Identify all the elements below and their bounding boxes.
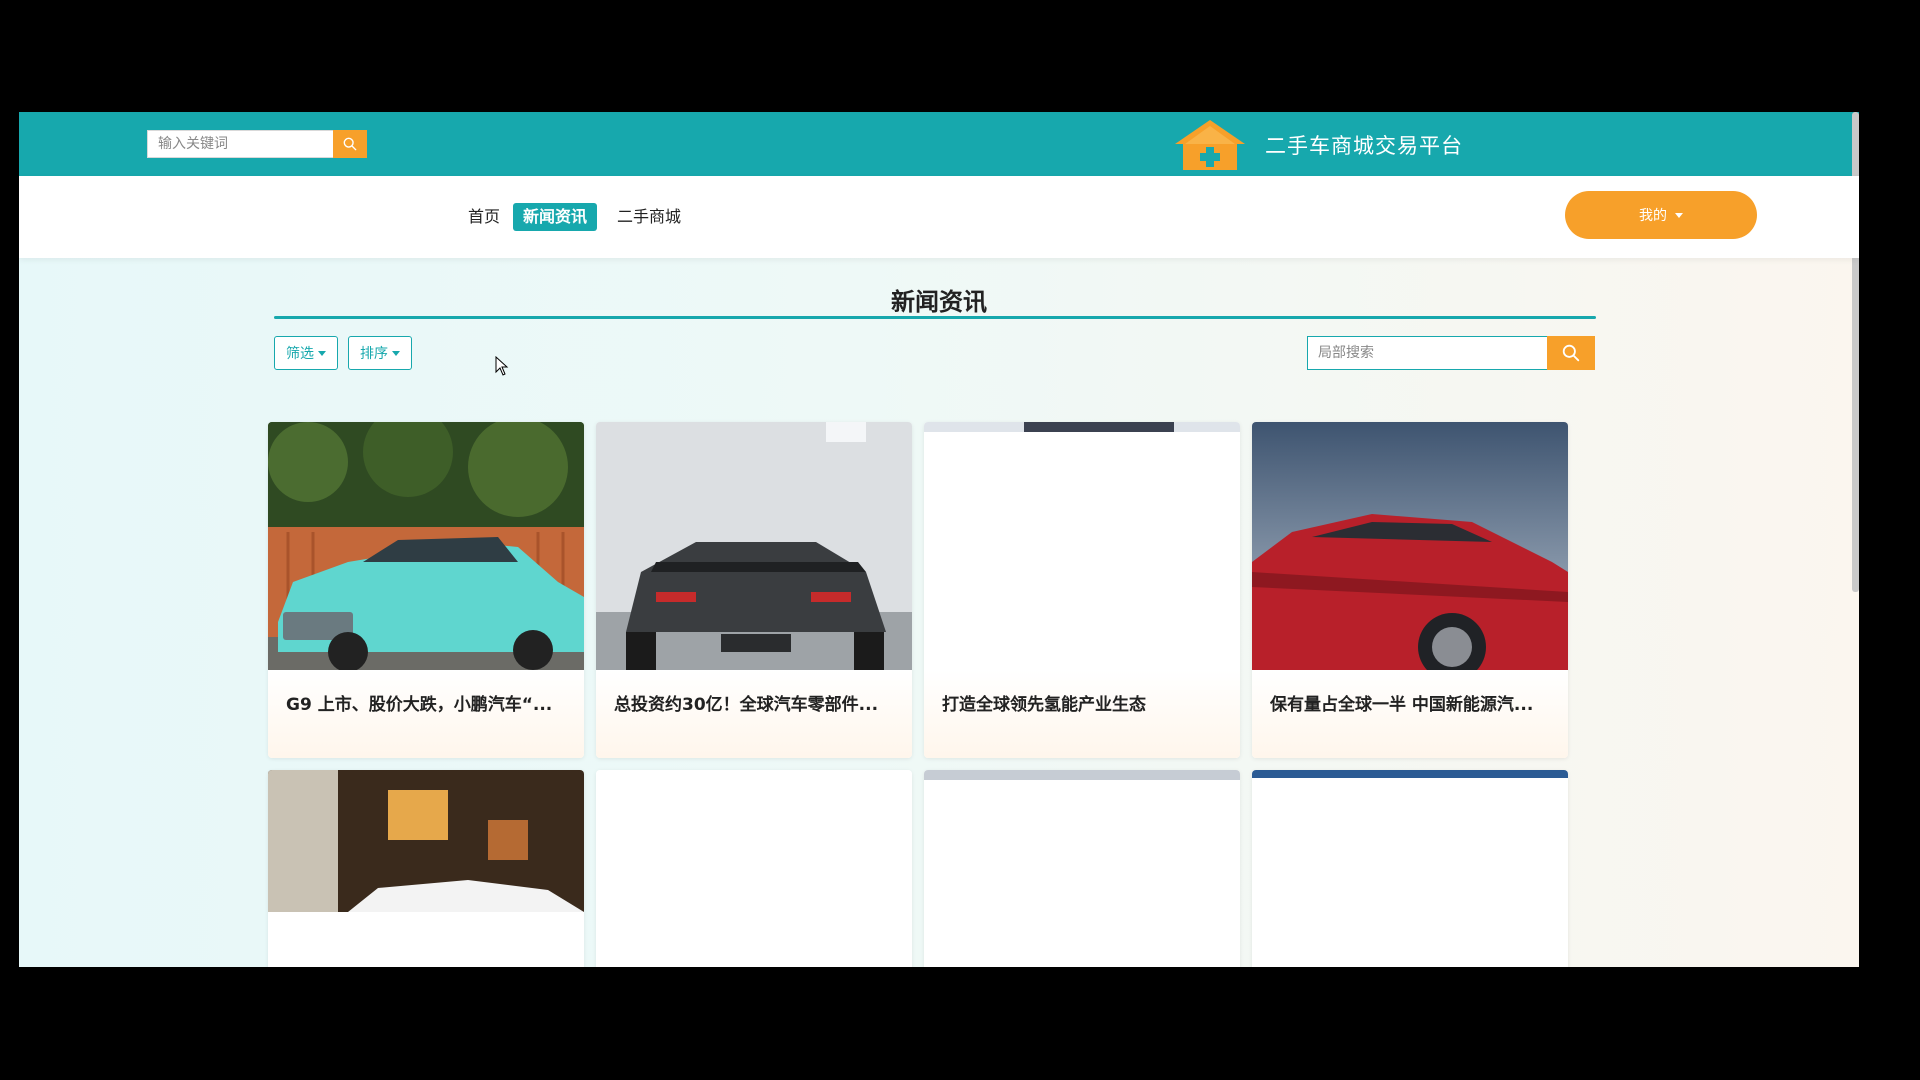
sort-label: 排序	[360, 346, 388, 362]
title-underline	[274, 316, 1596, 319]
news-title: G9 上市、股价大跌，小鹏汽车“...	[268, 670, 584, 758]
news-card[interactable]: 保有量占全球一半 中国新能源汽...	[1252, 422, 1568, 758]
news-card[interactable]	[596, 770, 912, 967]
browser-viewport: 二手车商城交易平台 首页 新闻资讯 二手商城 我的 新闻资讯 筛选 排序	[19, 112, 1859, 967]
page-title: 新闻资讯	[891, 288, 987, 316]
news-card[interactable]: G9 上市、股价大跌，小鹏汽车“...	[268, 422, 584, 758]
news-thumbnail	[1252, 422, 1568, 670]
top-header: 二手车商城交易平台	[19, 112, 1859, 592]
news-card[interactable]: 打造全球领先氢能产业生态	[924, 422, 1240, 758]
news-thumbnail	[924, 422, 1240, 670]
sort-button[interactable]: 排序	[348, 336, 412, 370]
news-thumbnail	[596, 422, 912, 670]
house-plus-logo	[1175, 120, 1245, 170]
news-title: 打造全球领先氢能产业生态	[924, 670, 1240, 758]
news-card[interactable]: 总投资约30亿！全球汽车零部件...	[596, 422, 912, 758]
news-thumbnail	[924, 770, 1240, 912]
local-search	[1307, 336, 1595, 370]
news-thumbnail	[1252, 770, 1568, 912]
news-thumbnail	[268, 770, 584, 912]
site-title: 二手车商城交易平台	[1265, 134, 1463, 158]
mouse-cursor-icon	[495, 356, 509, 376]
keyword-search-input[interactable]	[147, 130, 333, 158]
my-account-label: 我的	[1639, 208, 1667, 224]
news-grid: G9 上市、股价大跌，小鹏汽车“... 总投资约30亿！全球汽车零部件... 打…	[268, 422, 1588, 967]
news-card[interactable]	[924, 770, 1240, 967]
caret-down-icon	[318, 350, 326, 356]
nav-item-home[interactable]: 首页	[458, 203, 510, 231]
news-title: 总投资约30亿！全球汽车零部件...	[596, 670, 912, 758]
news-thumbnail	[268, 422, 584, 670]
news-card[interactable]	[1252, 770, 1568, 967]
search-icon	[1562, 344, 1580, 362]
search-icon	[343, 137, 357, 151]
news-title: 保有量占全球一半 中国新能源汽...	[1252, 670, 1568, 758]
header-search	[147, 130, 367, 158]
filter-label: 筛选	[286, 346, 314, 362]
news-thumbnail	[596, 770, 912, 912]
local-search-button[interactable]	[1547, 336, 1595, 370]
news-card[interactable]	[268, 770, 584, 967]
my-account-button[interactable]: 我的	[1565, 191, 1757, 239]
main-nav: 首页 新闻资讯 二手商城 我的	[19, 176, 1859, 258]
nav-item-news[interactable]: 新闻资讯	[513, 203, 598, 231]
brand[interactable]: 二手车商城交易平台	[1173, 118, 1463, 172]
nav-item-shop[interactable]: 二手商城	[607, 203, 691, 231]
caret-down-icon	[392, 350, 400, 356]
caret-down-icon	[1675, 212, 1683, 218]
filter-button[interactable]: 筛选	[274, 336, 338, 370]
local-search-input[interactable]	[1307, 336, 1547, 370]
header-search-button[interactable]	[333, 130, 367, 158]
